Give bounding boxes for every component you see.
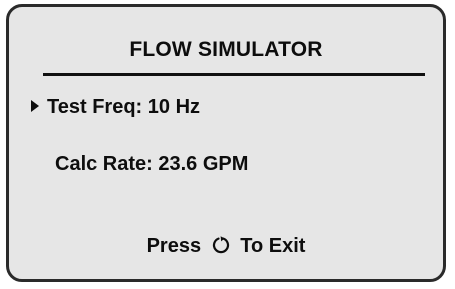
test-freq-value: 10 Hz [147,96,201,118]
menu-row-calc-rate: Calc Rate: 23.6 GPM [55,152,248,176]
lcd-screen: FLOW SIMULATOR Test Freq: 10 Hz Calc Rat… [6,4,446,282]
calc-rate-value: 23.6 GPM [158,153,249,175]
test-freq-label: Test Freq: [47,96,143,118]
calc-rate-label: Calc Rate: [55,153,153,175]
exit-hint-prefix: Press [146,235,202,257]
exit-hint: Press To Exit [9,234,443,258]
selection-cursor-icon [31,100,39,112]
menu-row-test-freq[interactable]: Test Freq: 10 Hz [31,95,200,119]
rotate-clockwise-icon [212,236,229,254]
screen-title: FLOW SIMULATOR [129,38,323,61]
title-divider [43,73,425,76]
exit-hint-suffix: To Exit [240,235,306,257]
